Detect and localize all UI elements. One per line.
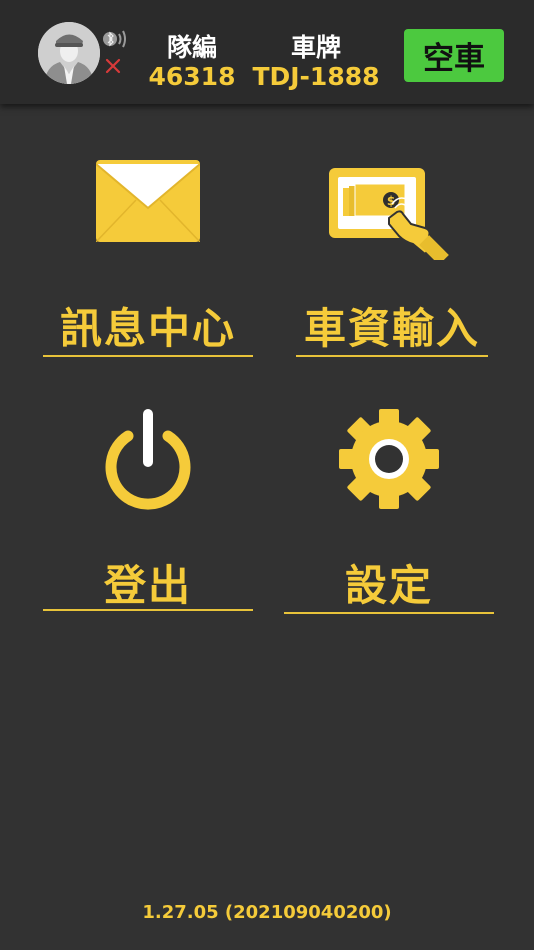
- app-version: 1.27.05 (202109040200): [142, 902, 392, 923]
- settings-button[interactable]: 設定: [284, 400, 494, 616]
- plate-value: TDJ-1888: [252, 62, 380, 91]
- power-icon: [105, 409, 191, 510]
- gear-icon: [339, 409, 439, 509]
- logout-underline: [43, 609, 253, 611]
- cash-payment-icon: $: [329, 168, 449, 260]
- car-info-input-label: 車資輸入: [303, 304, 480, 353]
- vacant-status-button[interactable]: 空車: [404, 29, 504, 82]
- settings-underline: [284, 612, 494, 614]
- plate-label: 車牌: [290, 33, 341, 62]
- team-number-label: 隊編: [166, 33, 217, 62]
- bluetooth-icon: [103, 30, 126, 48]
- car-info-input-underline: [296, 355, 488, 357]
- settings-label: 設定: [344, 561, 433, 610]
- envelope-icon: [96, 160, 200, 242]
- message-center-label: 訊息中心: [59, 304, 236, 353]
- top-bar: 隊編 46318 車牌 TDJ-1888 空車: [0, 0, 534, 104]
- logout-label: 登出: [103, 561, 192, 610]
- message-center-button[interactable]: 訊息中心: [43, 150, 253, 360]
- team-number-value: 46318: [148, 62, 236, 91]
- car-info-input-button[interactable]: $ 車資輸入: [296, 150, 488, 360]
- logout-button[interactable]: 登出: [43, 400, 253, 614]
- driver-avatar-icon: [38, 22, 100, 84]
- message-center-underline: [43, 355, 253, 357]
- close-icon: [105, 58, 121, 74]
- driver-avatar[interactable]: [38, 22, 100, 84]
